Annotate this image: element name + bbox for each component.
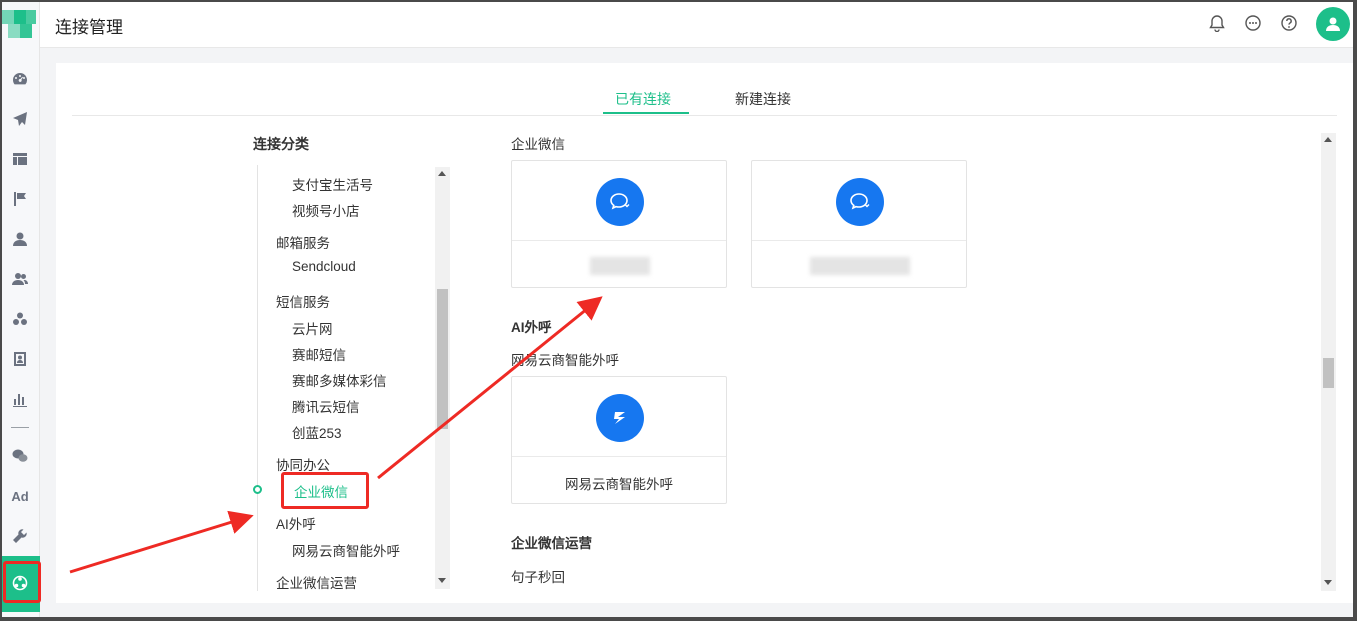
category-scrollbar[interactable] xyxy=(435,167,450,589)
user-avatar[interactable] xyxy=(1316,7,1350,41)
section-wecom-ops-title: 企业微信运营 xyxy=(511,536,592,551)
wechat-icon[interactable] xyxy=(9,445,31,467)
category-group[interactable]: 协同办公 xyxy=(276,454,330,474)
active-category-dot xyxy=(253,485,262,494)
category-title: 连接分类 xyxy=(253,136,309,152)
section-wecom-ops-subtitle: 句子秒回 xyxy=(511,570,565,585)
category-item[interactable]: 赛邮短信 xyxy=(292,344,346,364)
category-item[interactable]: 创蓝253 xyxy=(292,422,342,442)
users-icon[interactable] xyxy=(9,268,31,290)
ad-icon[interactable]: Ad xyxy=(9,485,31,507)
category-item[interactable]: 腾讯云短信 xyxy=(292,396,360,416)
page-title: 连接管理 xyxy=(55,18,123,37)
message-icon[interactable] xyxy=(1244,14,1262,32)
contact-book-icon[interactable] xyxy=(9,348,31,370)
tab-existing-connections[interactable]: 已有连接 xyxy=(615,89,671,109)
sidebar-divider xyxy=(11,427,29,428)
connection-card-netease-call[interactable]: 网易云商智能外呼 xyxy=(511,376,727,504)
annotation-highlight-category xyxy=(281,472,369,509)
scroll-down-arrow[interactable] xyxy=(438,578,446,583)
category-item[interactable]: Sendcloud xyxy=(292,259,356,274)
scroll-up-arrow[interactable] xyxy=(1324,137,1332,142)
category-item[interactable]: 支付宝生活号 xyxy=(292,174,373,194)
wecom-chat-icon xyxy=(596,178,644,226)
tab-new-connection[interactable]: 新建连接 xyxy=(735,89,791,109)
category-item[interactable]: 云片网 xyxy=(292,318,333,338)
category-item[interactable]: 网易云商智能外呼 xyxy=(292,540,400,560)
scroll-down-arrow[interactable] xyxy=(1324,580,1332,585)
layout-icon[interactable] xyxy=(9,148,31,170)
scroll-thumb[interactable] xyxy=(437,289,448,429)
avatar-user-icon xyxy=(1326,17,1340,31)
content-scrollbar[interactable] xyxy=(1321,133,1336,591)
ad-label: Ad xyxy=(11,488,29,504)
section-ai-call-title: AI外呼 xyxy=(511,320,552,335)
netease-call-icon xyxy=(596,394,644,442)
main-content-card: 已有连接 新建连接 连接分类 支付宝生活号 视频号小店 邮箱服务 Sendclo… xyxy=(56,63,1353,603)
flag-icon[interactable] xyxy=(9,188,31,210)
section-ai-call-subtitle: 网易云商智能外呼 xyxy=(511,353,619,368)
tab-bar: 已有连接 新建连接 xyxy=(72,63,1337,116)
annotation-highlight-sidebar xyxy=(3,561,41,603)
sidebar: Ad xyxy=(2,2,41,617)
top-header: 连接管理 xyxy=(40,2,1353,48)
tab-active-indicator xyxy=(603,112,689,114)
scroll-thumb[interactable] xyxy=(1323,358,1334,388)
user-icon[interactable] xyxy=(9,228,31,250)
app-window: Ad 连接管理 已有连接 新建连接 连接分类 支付宝生活号 视频号小店 邮箱服务… xyxy=(2,2,1353,617)
wecom-chat-icon xyxy=(836,178,884,226)
help-icon[interactable] xyxy=(1280,14,1298,32)
category-group[interactable]: AI外呼 xyxy=(276,513,316,533)
cluster-icon[interactable] xyxy=(9,308,31,330)
wrench-icon[interactable] xyxy=(9,525,31,547)
scroll-up-arrow[interactable] xyxy=(438,171,446,176)
category-group[interactable]: 短信服务 xyxy=(276,291,330,311)
bell-icon[interactable] xyxy=(1208,14,1226,33)
category-group[interactable]: 邮箱服务 xyxy=(276,232,330,252)
category-group[interactable]: 企业微信运营 xyxy=(276,572,357,591)
bar-chart-icon[interactable] xyxy=(9,388,31,410)
connection-card-wecom-1[interactable] xyxy=(511,160,727,288)
connection-card-name: 网易云商智能外呼 xyxy=(565,477,673,492)
send-icon[interactable] xyxy=(9,108,31,130)
category-item[interactable]: 视频号小店 xyxy=(292,200,360,220)
redacted-name xyxy=(810,257,910,275)
redacted-name xyxy=(590,257,650,275)
category-list: 支付宝生活号 视频号小店 邮箱服务 Sendcloud 短信服务 云片网 赛邮短… xyxy=(257,165,450,591)
connection-card-wecom-2[interactable] xyxy=(751,160,967,288)
category-item[interactable]: 赛邮多媒体彩信 xyxy=(292,370,387,390)
section-wecom-title: 企业微信 xyxy=(511,137,565,152)
dashboard-icon[interactable] xyxy=(9,68,31,90)
app-logo[interactable] xyxy=(2,2,40,46)
